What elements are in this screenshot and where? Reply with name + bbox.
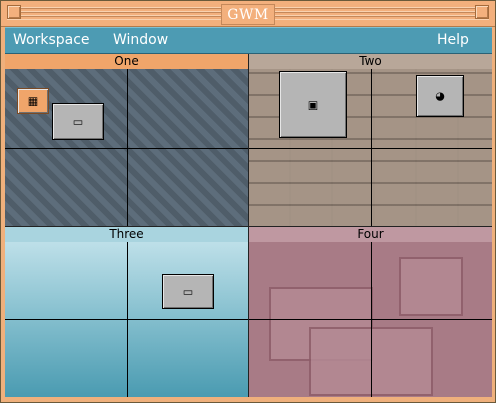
workspace-two-label: Two xyxy=(249,54,492,69)
grid-line xyxy=(249,148,492,149)
window-maximize-button[interactable] xyxy=(475,5,489,19)
grid-line xyxy=(5,148,248,149)
menu-bar: Workspace Window Help xyxy=(5,27,492,54)
mini-window-two-b[interactable]: ◕ xyxy=(416,75,464,117)
window-menu-button[interactable] xyxy=(7,5,21,19)
workspace-pager: One ▦ ▭ Two ▣ ◕ Three ▭ Four xyxy=(5,54,492,397)
title-bar[interactable]: GWM xyxy=(1,1,495,27)
workspace-three-label: Three xyxy=(5,227,248,242)
tool-grid-icon: ▦ xyxy=(27,94,39,108)
workspace-three[interactable]: Three ▭ xyxy=(5,227,248,397)
workspace-two[interactable]: Two ▣ ◕ xyxy=(249,54,492,226)
mini-window-one-a[interactable]: ▦ xyxy=(17,88,49,114)
workspace-one-label: One xyxy=(5,54,248,69)
mini-window-three-a[interactable]: ▭ xyxy=(162,274,214,309)
menu-window[interactable]: Window xyxy=(113,32,168,48)
mini-window-two-a[interactable]: ▣ xyxy=(279,71,347,138)
terminal-icon: ▭ xyxy=(72,115,84,128)
grid-line xyxy=(249,319,492,320)
terminal-icon: ▭ xyxy=(182,285,194,298)
menu-help[interactable]: Help xyxy=(437,32,469,48)
grid-line xyxy=(5,319,248,320)
mini-window-one-b[interactable]: ▭ xyxy=(52,103,104,140)
window-title: GWM xyxy=(221,4,275,25)
window-title-text: GWM xyxy=(227,6,269,23)
palette-icon: ◕ xyxy=(435,89,445,103)
gwm-window: GWM Workspace Window Help One ▦ ▭ Two ▣ … xyxy=(0,0,496,403)
window-icon: ▣ xyxy=(307,98,319,111)
texture-block xyxy=(399,257,463,316)
menu-workspace[interactable]: Workspace xyxy=(13,32,90,48)
workspace-one[interactable]: One ▦ ▭ xyxy=(5,54,248,226)
workspace-four[interactable]: Four xyxy=(249,227,492,397)
workspace-four-label: Four xyxy=(249,227,492,242)
